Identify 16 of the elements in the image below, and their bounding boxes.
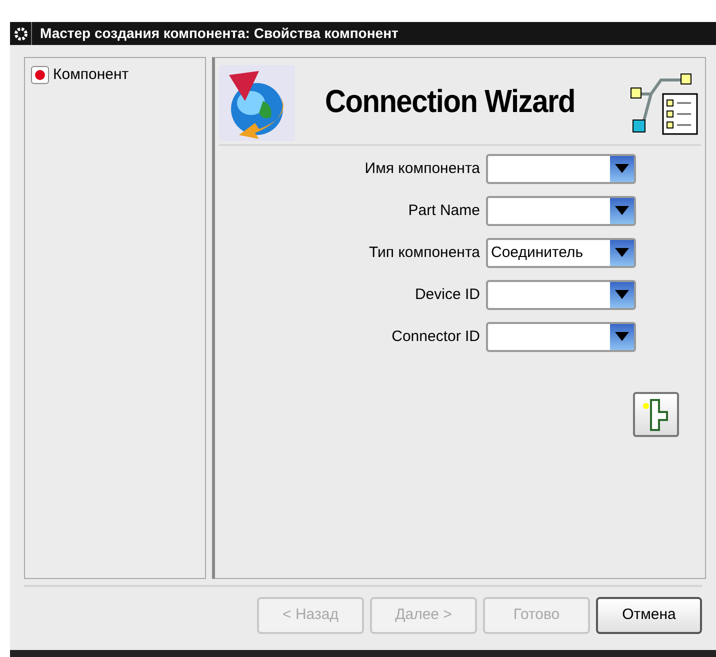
dropdown-field[interactable] bbox=[486, 322, 636, 352]
field-label: Part Name bbox=[407, 200, 481, 221]
dropdown-field[interactable] bbox=[486, 280, 636, 310]
dropdown-field[interactable]: Соединитель bbox=[486, 238, 636, 268]
field-label: Имя компонента bbox=[364, 158, 481, 179]
dropdown-field[interactable] bbox=[486, 154, 636, 184]
field-label: Тип компонента bbox=[368, 242, 481, 263]
step-item[interactable]: Компонент bbox=[31, 64, 199, 86]
wizard-title: Connection Wizard bbox=[325, 84, 576, 122]
field-label: Device ID bbox=[414, 284, 481, 305]
pipe-tee-button[interactable] bbox=[633, 392, 679, 437]
field-label: Connector ID bbox=[390, 326, 481, 347]
wizard-button[interactable]: Отмена bbox=[596, 597, 702, 634]
pipe-tee-icon bbox=[641, 398, 671, 432]
window-title: Мастер создания компонента: Свойства компонент bbox=[40, 24, 398, 43]
dropdown-field[interactable] bbox=[486, 196, 636, 226]
